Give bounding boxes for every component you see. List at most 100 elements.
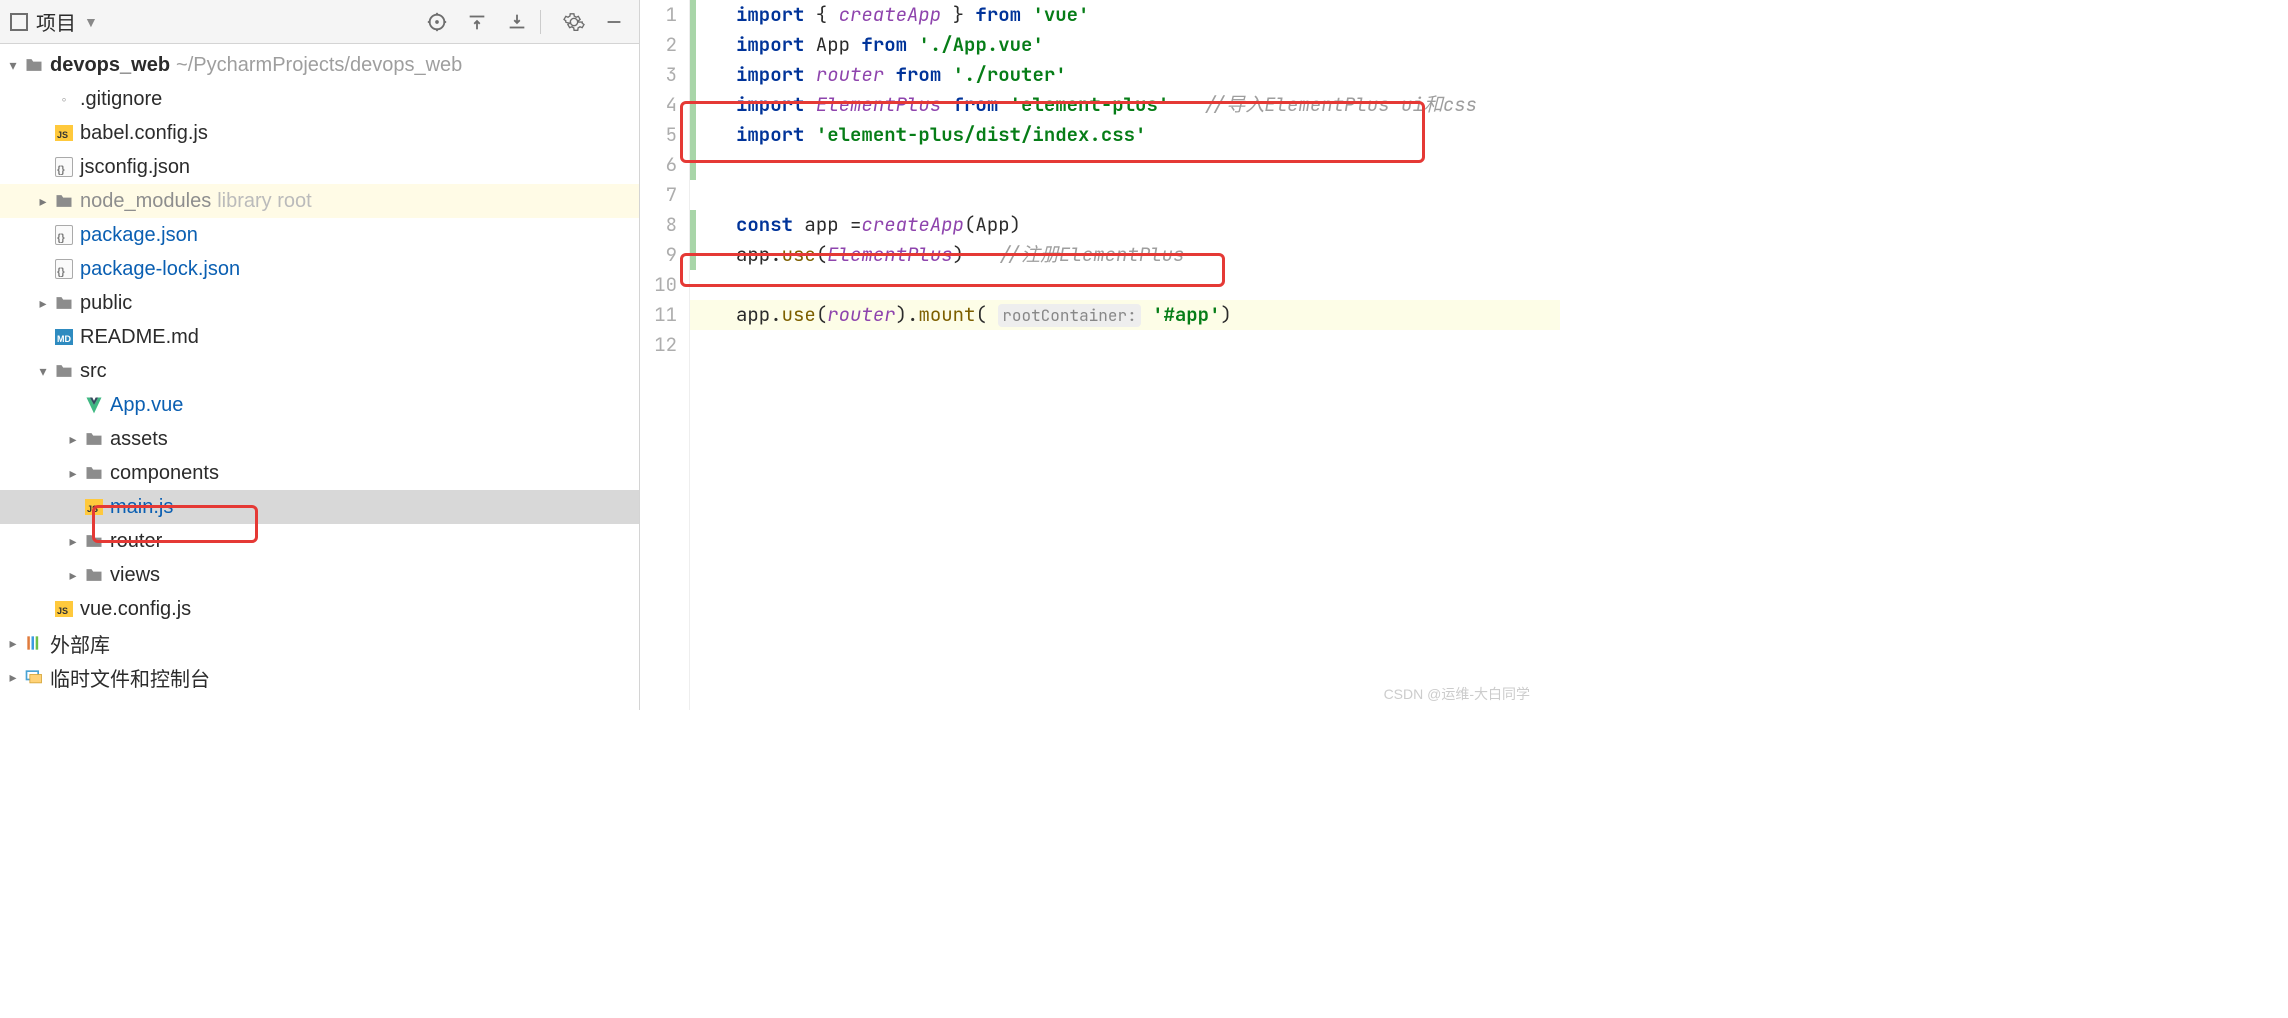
file-name: vue.config.js — [80, 598, 191, 621]
code-line[interactable]: import ElementPlus from 'element-plus' /… — [736, 90, 1560, 120]
tree-item[interactable]: ▸JSvue.config.js — [0, 592, 639, 626]
expand-icon[interactable]: ▸ — [66, 465, 80, 482]
line-number[interactable]: 2 — [640, 30, 677, 60]
root-path: ~/PycharmProjects/devops_web — [176, 54, 462, 77]
tree-item[interactable]: ▸ components — [0, 456, 639, 490]
root-name: devops_web — [50, 54, 170, 77]
expand-icon[interactable]: ▸ — [66, 567, 80, 584]
expand-icon[interactable]: ▾ — [36, 363, 50, 380]
expand-icon[interactable]: ▸ — [6, 635, 20, 652]
code-editor[interactable]: 123456789101112 import { createApp } fro… — [640, 0, 1560, 710]
tree-item[interactable]: ▸node_moduleslibrary root — [0, 184, 639, 218]
js-icon: JS — [84, 497, 104, 517]
file-name: .gitignore — [80, 88, 162, 111]
code-line[interactable]: import App from './App.vue' — [736, 30, 1560, 60]
folder-icon — [84, 531, 104, 551]
code-line[interactable]: app.use(router).mount( rootContainer: '#… — [690, 300, 1560, 330]
js-icon: JS — [54, 599, 74, 619]
code-area[interactable]: import { createApp } from 'vue'import Ap… — [690, 0, 1560, 710]
tree-item[interactable]: ▸{}package-lock.json — [0, 252, 639, 286]
line-number[interactable]: 11 — [640, 300, 677, 330]
file-name: assets — [110, 428, 168, 451]
file-name: App.vue — [110, 394, 183, 417]
line-number[interactable]: 8 — [640, 210, 677, 240]
library-root-label: library root — [217, 190, 311, 213]
watermark: CSDN @运维-大白同学 — [1384, 684, 1530, 704]
tree-item[interactable]: ▸ assets — [0, 422, 639, 456]
project-dropdown-label[interactable]: 项目 — [36, 7, 76, 36]
expand-icon[interactable]: ▸ — [36, 193, 50, 210]
tree-item[interactable]: ▸ views — [0, 558, 639, 592]
project-sidebar: 项目 ▼ ▾ devops_web ~/PycharmProjects/devo… — [0, 0, 640, 710]
code-line[interactable] — [736, 270, 1560, 300]
code-line[interactable] — [736, 330, 1560, 360]
gitignore-icon: ◦ — [54, 89, 74, 109]
expand-icon[interactable]: ▾ — [6, 57, 20, 74]
line-number[interactable]: 7 — [640, 180, 677, 210]
line-number[interactable]: 1 — [640, 0, 677, 30]
code-line[interactable]: const app =createApp(App) — [736, 210, 1560, 240]
line-number[interactable]: 6 — [640, 150, 677, 180]
folder-icon — [84, 429, 104, 449]
expand-icon[interactable]: ▸ — [66, 533, 80, 550]
scratch-label: 临时文件和控制台 — [50, 663, 210, 692]
code-line[interactable]: import 'element-plus/dist/index.css' — [736, 120, 1560, 150]
code-line[interactable]: import router from './router' — [736, 60, 1560, 90]
tree-item[interactable]: ▸MDREADME.md — [0, 320, 639, 354]
dropdown-icon[interactable]: ▼ — [84, 14, 98, 30]
file-name: public — [80, 292, 132, 315]
code-line[interactable] — [736, 150, 1560, 180]
tree-item[interactable]: ▸JSmain.js — [0, 490, 639, 524]
toolbar-divider — [540, 10, 541, 34]
folder-icon — [84, 463, 104, 483]
js-icon: JS — [54, 123, 74, 143]
file-name: components — [110, 462, 219, 485]
code-line[interactable] — [736, 180, 1560, 210]
code-line[interactable]: app.use(ElementPlus) //注册ElementPlus — [736, 240, 1560, 270]
collapse-all-button[interactable] — [502, 7, 532, 37]
line-number[interactable]: 10 — [640, 270, 677, 300]
locate-button[interactable] — [422, 7, 452, 37]
folder-icon — [84, 565, 104, 585]
expand-icon[interactable]: ▸ — [66, 431, 80, 448]
json-icon: {} — [54, 157, 74, 177]
file-name: main.js — [110, 496, 173, 519]
line-number[interactable]: 3 — [640, 60, 677, 90]
scratch-icon — [24, 667, 44, 687]
tree-item[interactable]: ▸{}package.json — [0, 218, 639, 252]
scratches[interactable]: ▸ 临时文件和控制台 — [0, 660, 639, 694]
project-tree[interactable]: ▾ devops_web ~/PycharmProjects/devops_we… — [0, 44, 639, 710]
file-name: package.json — [80, 224, 198, 247]
line-gutter[interactable]: 123456789101112 — [640, 0, 690, 710]
tree-item[interactable]: ▸App.vue — [0, 388, 639, 422]
tree-item[interactable]: ▾src — [0, 354, 639, 388]
sidebar-header: 项目 ▼ — [0, 0, 639, 44]
line-number[interactable]: 12 — [640, 330, 677, 360]
folder-icon — [54, 361, 74, 381]
line-number[interactable]: 5 — [640, 120, 677, 150]
file-name: jsconfig.json — [80, 156, 190, 179]
expand-icon[interactable]: ▸ — [36, 295, 50, 312]
code-line[interactable]: import { createApp } from 'vue' — [736, 0, 1560, 30]
line-number[interactable]: 4 — [640, 90, 677, 120]
tree-item[interactable]: ▸router — [0, 524, 639, 558]
file-name: README.md — [80, 326, 199, 349]
folder-icon — [54, 191, 74, 211]
tree-item[interactable]: ▸JSbabel.config.js — [0, 116, 639, 150]
json-icon: {} — [54, 225, 74, 245]
file-name: views — [110, 564, 160, 587]
folder-icon — [54, 293, 74, 313]
json-icon: {} — [54, 259, 74, 279]
line-number[interactable]: 9 — [640, 240, 677, 270]
external-libraries[interactable]: ▸ 外部库 — [0, 626, 639, 660]
expand-icon[interactable]: ▸ — [6, 669, 20, 686]
ext-lib-label: 外部库 — [50, 629, 110, 658]
settings-button[interactable] — [559, 7, 589, 37]
file-name: package-lock.json — [80, 258, 240, 281]
tree-item[interactable]: ▸ public — [0, 286, 639, 320]
tree-item[interactable]: ▸◦.gitignore — [0, 82, 639, 116]
minimize-button[interactable] — [599, 7, 629, 37]
tree-root[interactable]: ▾ devops_web ~/PycharmProjects/devops_we… — [0, 48, 639, 82]
tree-item[interactable]: ▸{}jsconfig.json — [0, 150, 639, 184]
expand-all-button[interactable] — [462, 7, 492, 37]
